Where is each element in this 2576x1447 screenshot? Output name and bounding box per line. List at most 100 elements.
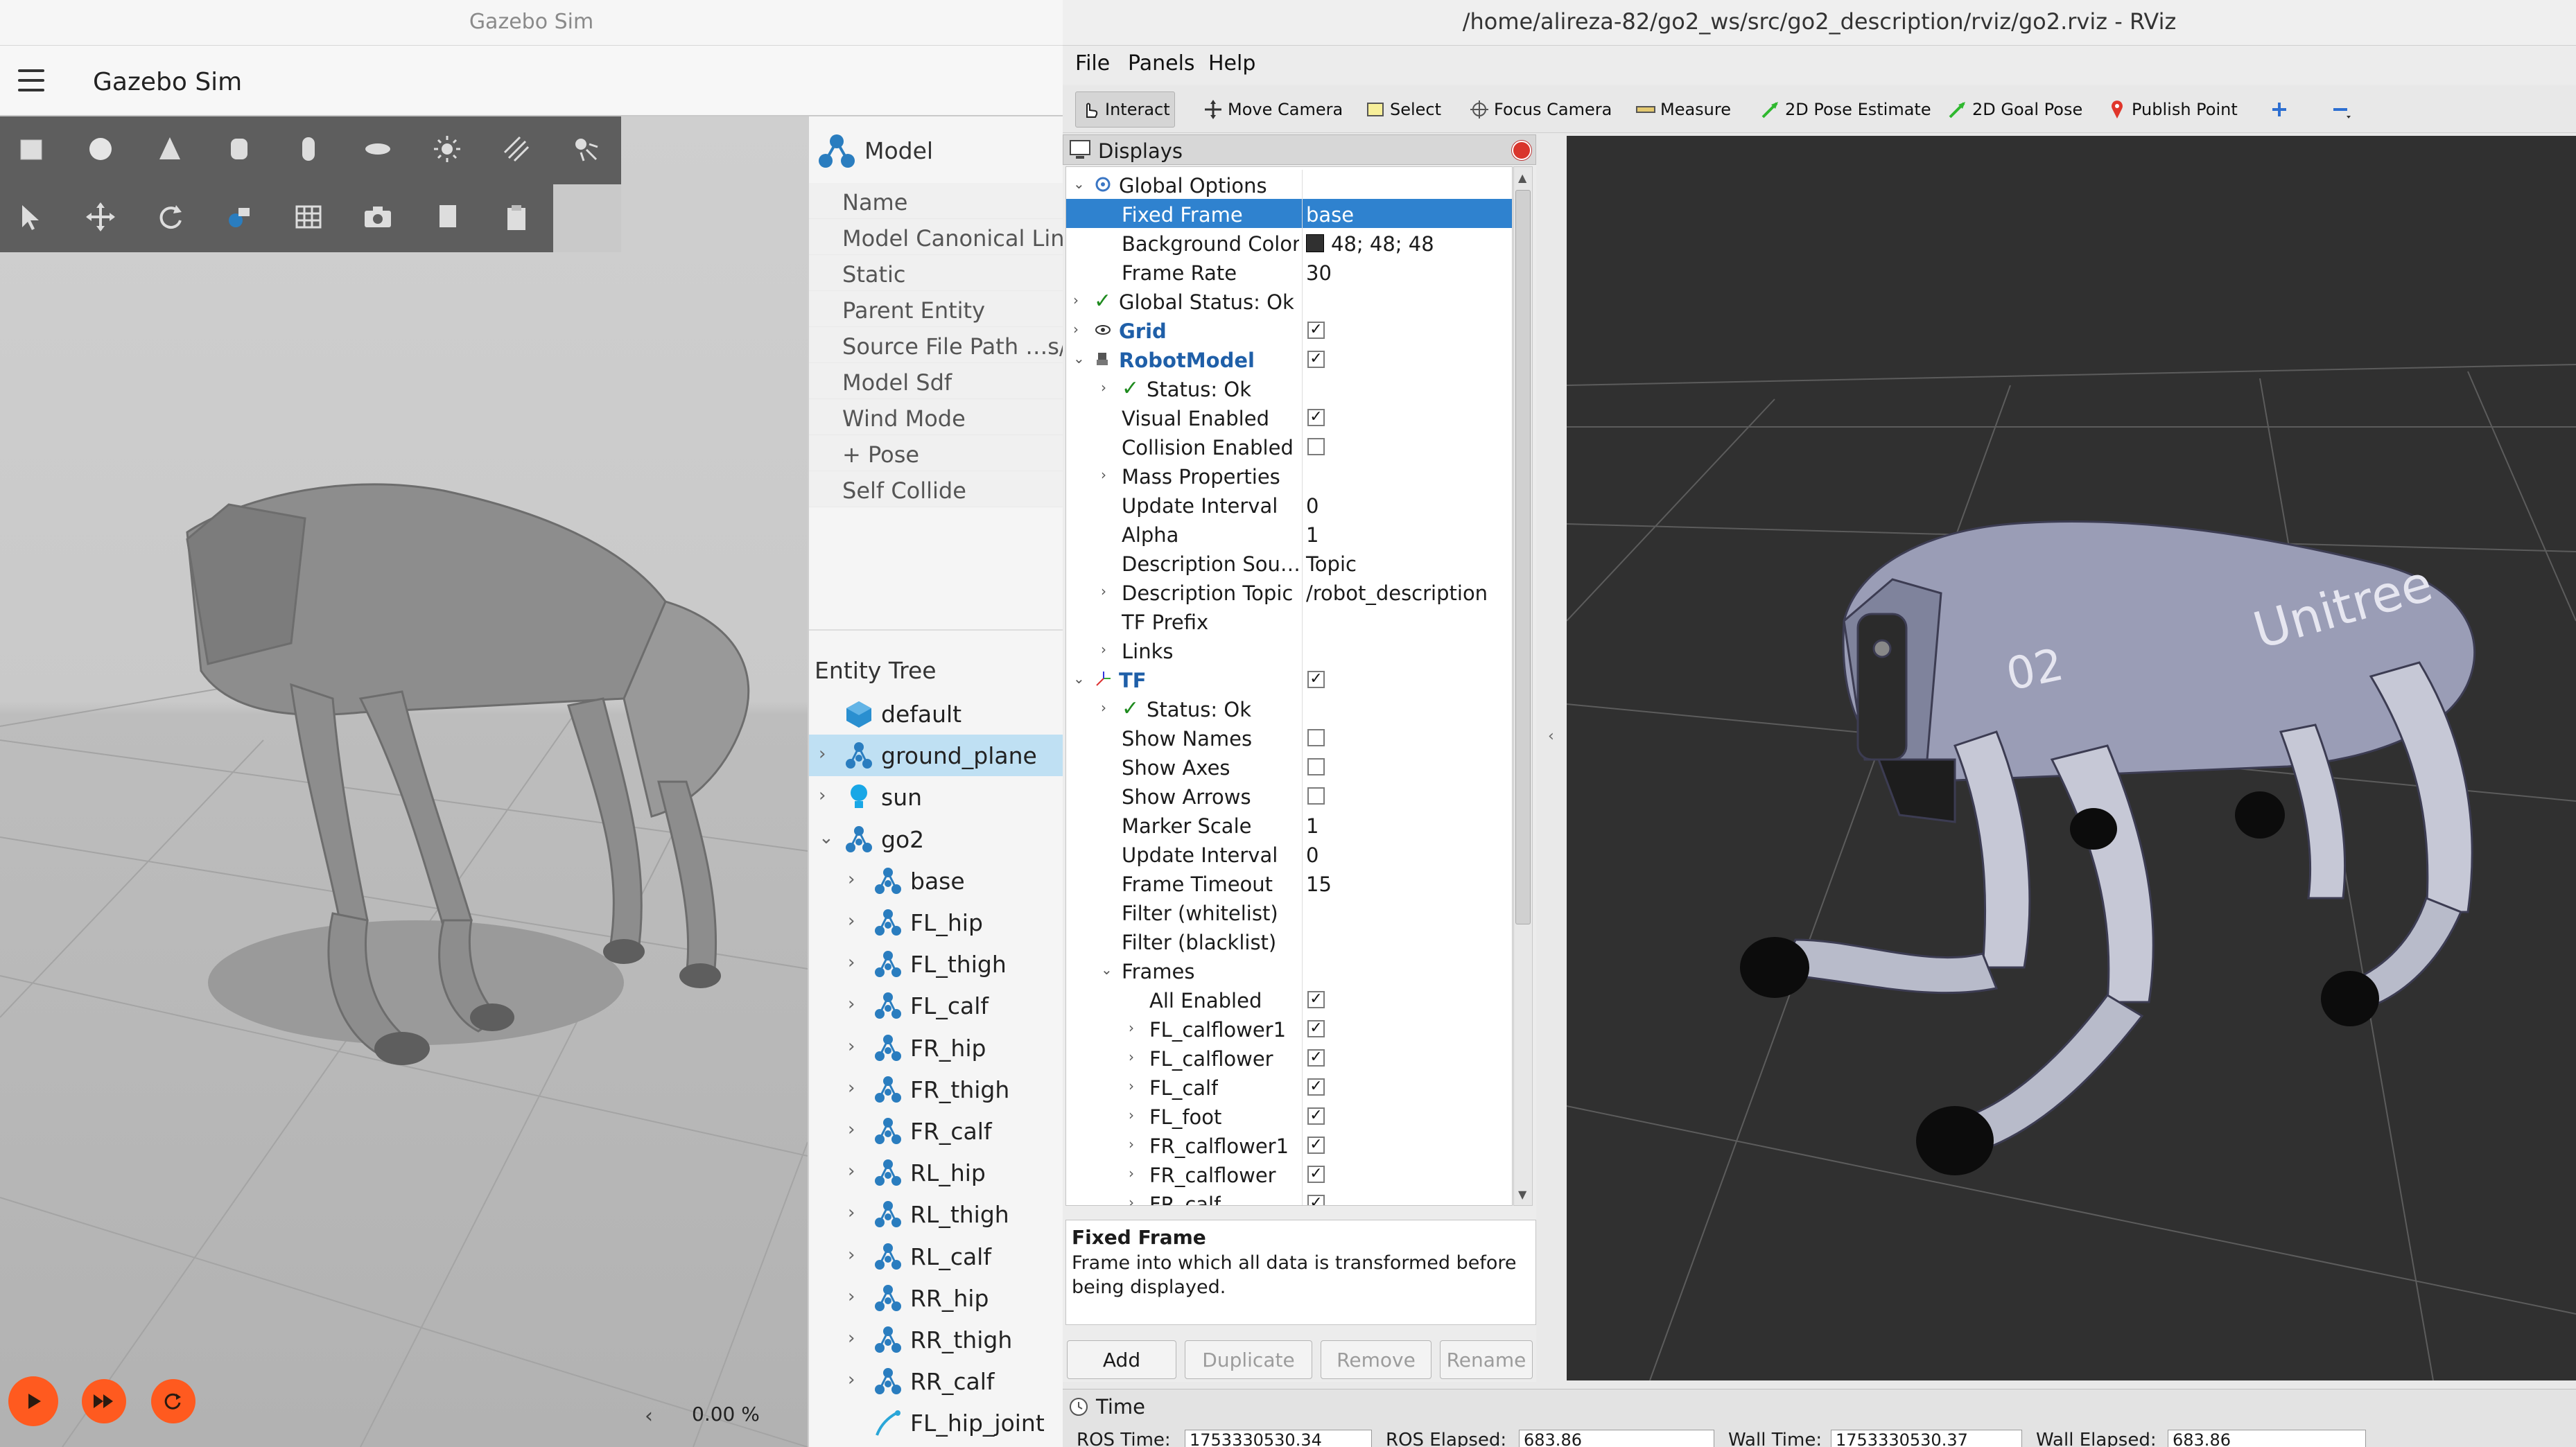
display-property-row[interactable]: Update Interval 0 [1066,839,1512,868]
tool-focus-camera[interactable]: Focus Camera [1465,91,1616,128]
entity-tree-item-rr-thigh[interactable]: › RR_thigh [809,1319,1063,1360]
capsule-tool-button[interactable] [287,128,330,170]
expand-arrow-icon[interactable]: › [848,1202,855,1223]
entity-tree-item-rr-hip[interactable]: › RR_hip [809,1277,1063,1319]
display-property-row[interactable]: › Description Topic/robot_description [1066,577,1512,606]
menu-file[interactable]: File [1075,51,1110,76]
grid-tool-button[interactable] [287,195,330,238]
checkbox-checked[interactable]: ✓ [1307,351,1325,368]
display-property-value[interactable]: 1 [1306,523,1319,547]
tree-expander-icon[interactable]: ⌄ [1073,350,1085,367]
display-property-row[interactable]: Show Arrows [1066,781,1512,810]
hamburger-menu-icon[interactable] [18,69,44,91]
panel-splitter-handle[interactable]: ‹ [1548,728,1554,745]
rename-display-button[interactable]: Rename [1440,1340,1533,1379]
display-property-value[interactable]: 0 [1306,494,1319,518]
entity-tree-item-fr-hip[interactable]: › FR_hip [809,1027,1063,1069]
tree-expander-icon[interactable]: › [1129,1049,1134,1065]
checkbox-unchecked[interactable] [1307,787,1325,805]
transform-tool-button[interactable] [218,195,261,238]
expand-arrow-icon[interactable]: › [848,1328,855,1349]
display-property-row[interactable]: › ✓ Status: Ok [1066,694,1512,723]
display-property-row[interactable]: › FL_foot ✓ [1066,1101,1512,1130]
box-tool-button[interactable] [10,128,53,170]
display-property-row[interactable]: ⌄ RobotModel ✓ [1066,344,1512,374]
display-property-row[interactable]: ⌄ Frames [1066,956,1512,985]
directional-light-tool-button[interactable] [495,128,538,170]
entity-tree-item-rr-calf[interactable]: › RR_calf [809,1360,1063,1402]
entity-tree-item-fr-calf[interactable]: › FR_calf [809,1110,1063,1152]
component-property-row[interactable]: Name [809,183,1063,219]
display-property-row[interactable]: Marker Scale 1 [1066,810,1512,839]
expand-arrow-icon[interactable]: › [819,785,826,806]
checkbox-checked[interactable]: ✓ [1307,1107,1325,1125]
display-property-row[interactable]: Background Color 48; 48; 48 [1066,228,1512,257]
entity-tree-item-fl-calf[interactable]: › FL_calf [809,985,1063,1026]
checkbox-checked[interactable]: ✓ [1307,991,1325,1008]
entity-tree-item-fr-thigh[interactable]: › FR_thigh [809,1069,1063,1110]
checkbox-checked[interactable]: ✓ [1307,1049,1325,1067]
tool-measure[interactable]: Measure [1631,91,1735,128]
display-property-row[interactable]: ⌄ Global Options [1066,170,1512,199]
tree-expander-icon[interactable]: › [1101,641,1106,658]
light-tool-button[interactable] [426,128,469,170]
checkbox-checked[interactable]: ✓ [1307,1137,1325,1154]
component-property-row[interactable]: Model Canonical Link [809,219,1063,255]
tree-expander-icon[interactable]: ⌄ [1101,961,1113,978]
component-property-row[interactable]: + Pose [809,435,1063,471]
display-property-row[interactable]: Frame Rate 30 [1066,257,1512,286]
tree-expander-icon[interactable]: › [1073,321,1079,337]
duplicate-display-button[interactable]: Duplicate [1185,1340,1312,1379]
tool-publish-point[interactable]: Publish Point [2103,91,2242,128]
display-property-row[interactable]: Visual Enabled ✓ [1066,403,1512,432]
rviz-3d-viewport[interactable]: Unitree 02 [1567,136,2576,1380]
remove-tool-button[interactable] [2326,91,2359,128]
display-property-row[interactable]: › FR_calflower ✓ [1066,1159,1512,1189]
tree-expander-icon[interactable]: › [1073,292,1079,308]
expand-arrow-icon[interactable]: › [848,1119,855,1140]
tool-2d-goal-pose[interactable]: 2D Goal Pose [1943,91,2087,128]
entity-tree-item-fl-thigh[interactable]: › FL_thigh [809,943,1063,985]
display-property-row[interactable]: › ✓ Status: Ok [1066,374,1512,403]
expand-arrow-icon[interactable]: › [848,1161,855,1182]
tree-expander-icon[interactable]: › [1129,1194,1134,1205]
display-property-row[interactable]: TF Prefix [1066,606,1512,635]
entity-tree-item-base[interactable]: › base [809,860,1063,902]
entity-tree-item-fl-hip[interactable]: › FL_hip [809,902,1063,943]
display-property-row[interactable]: › FL_calf ✓ [1066,1072,1512,1101]
add-tool-button[interactable] [2265,91,2298,128]
checkbox-unchecked[interactable] [1307,729,1325,746]
sphere-tool-button[interactable] [79,128,122,170]
display-property-row[interactable]: › Links [1066,635,1512,665]
entity-tree-item-fl-hip-joint[interactable]: FL_hip_joint [809,1402,1063,1444]
checkbox-checked[interactable]: ✓ [1307,1078,1325,1096]
color-swatch[interactable] [1306,234,1324,252]
tree-expander-icon[interactable]: › [1101,379,1106,396]
component-property-row[interactable]: Parent Entity [809,291,1063,327]
display-property-row[interactable]: Fixed Frame base [1066,199,1512,228]
checkbox-unchecked[interactable] [1307,438,1325,455]
tree-expander-icon[interactable]: › [1101,466,1106,483]
play-button[interactable] [8,1376,58,1426]
display-property-row[interactable]: Filter (blacklist) [1066,927,1512,956]
tree-expander-icon[interactable]: › [1129,1019,1134,1036]
entity-tree-item-ground-plane[interactable]: › ground_plane [809,735,1063,777]
cylinder-tool-button[interactable] [218,128,261,170]
expand-arrow-icon[interactable]: › [848,869,855,890]
tree-expander-icon[interactable]: › [1129,1107,1134,1123]
display-property-row[interactable]: Filter (whitelist) [1066,897,1512,927]
display-property-value[interactable]: base [1306,203,1354,227]
expand-arrow-icon[interactable]: › [848,952,855,973]
display-property-row[interactable]: Description Sou… Topic [1066,548,1512,577]
display-property-row[interactable]: Collision Enabled [1066,432,1512,461]
entity-tree-item-rl-hip[interactable]: › RL_hip [809,1152,1063,1193]
display-property-row[interactable]: ⌄ TF ✓ [1066,665,1512,694]
cone-tool-button[interactable] [148,128,191,170]
select-tool-button[interactable] [10,195,53,238]
expand-arrow-icon[interactable]: › [848,1036,855,1057]
menu-help[interactable]: Help [1208,51,1255,76]
expand-arrow-icon[interactable]: › [848,911,855,931]
entity-tree-item-go2[interactable]: ⌄ go2 [809,818,1063,860]
display-property-row[interactable]: › ✓ Global Status: Ok [1066,286,1512,315]
component-property-row[interactable]: Static [809,255,1063,291]
